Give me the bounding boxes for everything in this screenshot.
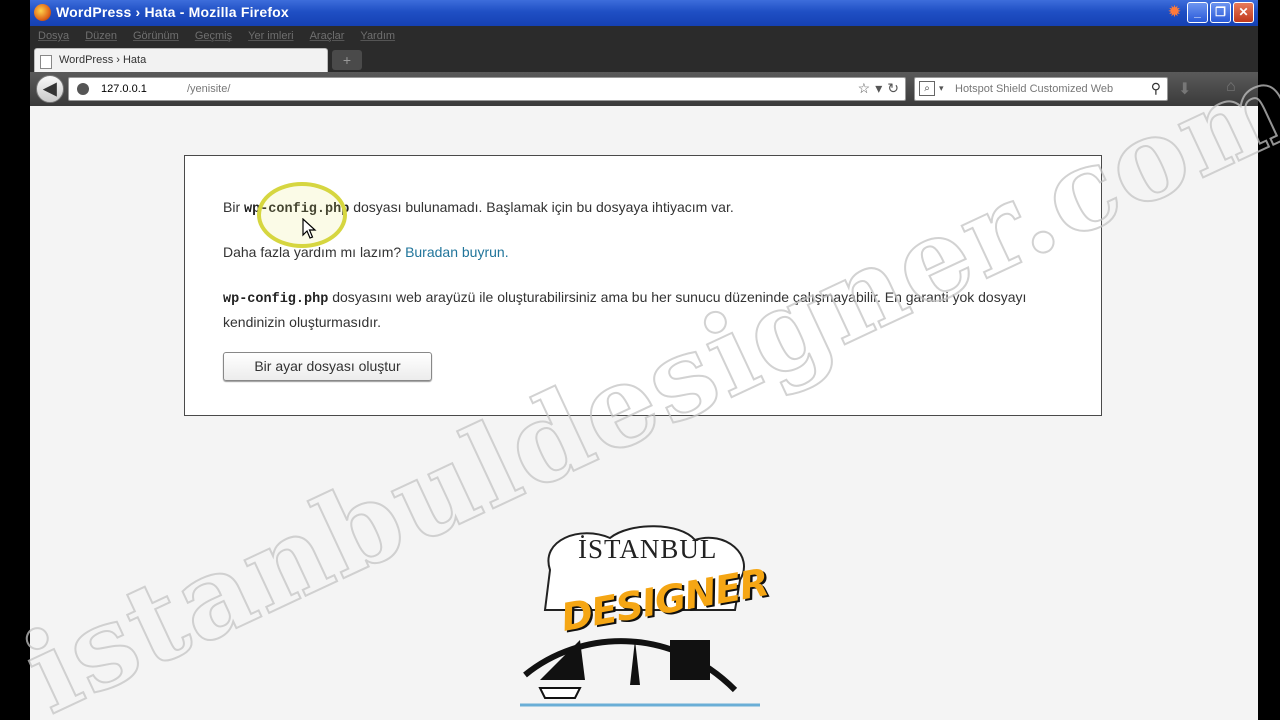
logo-top-text: İSTANBUL <box>578 534 718 564</box>
dropdown-arrow-icon[interactable]: ▾ <box>875 80 882 97</box>
close-button[interactable]: ✕ <box>1233 2 1254 23</box>
maximize-button[interactable]: ❐ <box>1210 2 1231 23</box>
page-icon <box>40 55 52 69</box>
download-icon[interactable]: ⬇ <box>1178 79 1191 99</box>
url-path: /yenisite/ <box>187 83 231 95</box>
menu-help[interactable]: Yardım <box>360 26 395 46</box>
menu-file[interactable]: Dosya <box>38 26 69 46</box>
url-host: 127.0.0.1 <box>101 83 147 95</box>
globe-icon <box>77 83 89 95</box>
home-icon[interactable]: ⌂ <box>1226 78 1236 96</box>
menu-bookmarks[interactable]: Yer imleri <box>248 26 293 46</box>
help-message: Daha fazla yardım mı lazım? Buradan buyr… <box>223 244 509 260</box>
web-setup-message: wp-config.php dosyasını web arayüzü ile … <box>223 289 1027 330</box>
tab-bar: WordPress › Hata + <box>30 46 1258 72</box>
window-controls: ✹ _ ❐ ✕ <box>1164 2 1254 23</box>
create-config-button[interactable]: Bir ayar dosyası oluştur <box>223 352 432 381</box>
search-bar[interactable]: ⌕ ▾ Hotspot Shield Customized Web ⚲ <box>914 77 1168 101</box>
minimize-button[interactable]: _ <box>1187 2 1208 23</box>
bookmark-star-icon[interactable]: ☆ <box>858 80 871 97</box>
config-filename: wp-config.php <box>223 292 329 307</box>
address-bar[interactable]: 127.0.0.1 /yenisite/ ☆ ▾ ↻ <box>68 77 906 101</box>
istanbul-designer-logo: İSTANBUL DESIGNER <box>520 520 771 720</box>
back-button[interactable]: ◀ <box>36 75 64 103</box>
search-icon[interactable]: ⚲ <box>1151 80 1161 97</box>
addon-icon[interactable]: ✹ <box>1164 2 1185 23</box>
search-engine-icon[interactable]: ⌕ <box>919 81 935 96</box>
help-link[interactable]: Buradan buyrun. <box>405 244 509 260</box>
menu-view[interactable]: Görünüm <box>133 26 179 46</box>
navigation-bar: ◀ 127.0.0.1 /yenisite/ ☆ ▾ ↻ ⌕ ▾ Hotspot… <box>30 72 1258 106</box>
menu-bar: Dosya Düzen Görünüm Geçmiş Yer imleri Ar… <box>30 26 1258 46</box>
window-title: WordPress › Hata - Mozilla Firefox <box>56 4 289 20</box>
title-bar[interactable]: WordPress › Hata - Mozilla Firefox ✹ _ ❐… <box>30 0 1258 26</box>
tab-wordpress[interactable]: WordPress › Hata <box>34 48 328 72</box>
search-placeholder: Hotspot Shield Customized Web <box>955 83 1114 95</box>
back-arrow-icon: ◀ <box>43 79 57 98</box>
new-tab-button[interactable]: + <box>332 50 362 70</box>
menu-tools[interactable]: Araçlar <box>310 26 345 46</box>
mouse-cursor-icon <box>302 218 317 239</box>
tab-label: WordPress › Hata <box>59 54 147 66</box>
firefox-logo-icon <box>34 4 51 21</box>
reload-icon[interactable]: ↻ <box>887 80 899 97</box>
menu-history[interactable]: Geçmiş <box>195 26 232 46</box>
menu-edit[interactable]: Düzen <box>85 26 117 46</box>
search-engine-dropdown-icon[interactable]: ▾ <box>939 83 944 94</box>
